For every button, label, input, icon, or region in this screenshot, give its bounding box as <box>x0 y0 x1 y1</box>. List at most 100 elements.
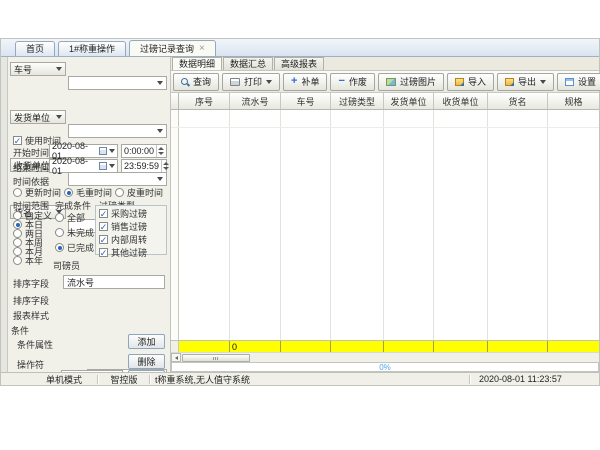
export-button[interactable]: 导出 <box>497 73 554 91</box>
delete-condition-button[interactable]: 删除 <box>128 354 165 369</box>
subtab-advanced-report[interactable]: 高级报表 <box>274 57 324 70</box>
radio-this-year[interactable]: 本年 <box>13 254 43 267</box>
query-toolbar: 查询 打印 +补单 −作废 过磅图片 导入 导出 设置 <box>171 71 599 93</box>
tab-weigh-operation[interactable]: 1#称重操作 <box>58 41 126 56</box>
grid-body[interactable] <box>171 110 599 340</box>
radio-finished[interactable]: 已完成 <box>55 241 94 254</box>
checkbox-icon: ✓ <box>99 235 108 244</box>
tab-record-query[interactable]: 过磅记录查询 × <box>129 40 216 56</box>
filter-value-select-0[interactable] <box>68 76 167 90</box>
filter-field-select-0[interactable]: 车号 <box>10 62 66 76</box>
chevron-down-icon <box>56 115 62 119</box>
minus-icon: − <box>338 77 344 86</box>
column-header[interactable]: 货名 <box>488 93 548 109</box>
sort-field-input[interactable]: 流水号 <box>63 275 165 289</box>
status-blank <box>1 373 31 385</box>
import-icon <box>455 78 464 86</box>
subtab-data-detail[interactable]: 数据明细 <box>172 57 222 70</box>
radio-icon <box>55 243 64 252</box>
status-mode: 单机模式 <box>31 373 97 385</box>
row-header-cell <box>171 110 179 340</box>
scroll-left-icon[interactable] <box>171 353 181 362</box>
spinner-icon[interactable] <box>161 160 170 172</box>
void-button[interactable]: −作废 <box>330 73 374 91</box>
radio-icon <box>13 256 22 265</box>
print-button[interactable]: 打印 <box>222 73 280 91</box>
status-bar: 单机模式 智控版 t称重系统,无人值守系统 2020-08-01 11:23:5… <box>1 372 599 385</box>
column-header[interactable]: 序号 <box>179 93 230 109</box>
checkbox-purchase-weigh[interactable]: ✓采购过磅 <box>99 207 163 220</box>
weigher-label: 司磅员 <box>53 259 80 272</box>
end-time-label: 结束时间 <box>13 161 49 174</box>
condition-operator-label: 操作符 <box>17 358 44 371</box>
checkbox-icon: ✓ <box>99 222 108 231</box>
condition-attr-label: 条件属性 <box>17 338 53 351</box>
tab-home[interactable]: 首页 <box>15 41 55 56</box>
summary-row: 0 <box>171 340 599 352</box>
chevron-down-icon <box>157 129 163 133</box>
checkbox-icon: ✓ <box>99 248 108 257</box>
picture-icon <box>386 78 396 86</box>
column-header[interactable]: 流水号 <box>230 93 281 109</box>
radio-gross-time[interactable]: 毛重时间 <box>64 186 112 199</box>
end-date-picker[interactable]: 2020-08-01 <box>49 159 118 173</box>
settings-button[interactable]: 设置 <box>557 73 600 91</box>
radio-unfinished[interactable]: 未完成 <box>55 226 94 239</box>
scrollbar-thumb[interactable] <box>182 354 250 362</box>
query-button[interactable]: 查询 <box>173 73 219 91</box>
close-icon[interactable]: × <box>199 44 205 54</box>
progress-value: 0% <box>379 363 391 372</box>
progress-bar: 0% <box>171 362 599 372</box>
chevron-down-icon <box>56 67 62 71</box>
radio-update-time[interactable]: 更新时间 <box>13 186 61 199</box>
checkbox-internal-transfer[interactable]: ✓内部周转 <box>99 233 163 246</box>
filter-field-select-1[interactable]: 发货单位 <box>10 110 66 124</box>
tab-weigh-operation-label: 1#称重操作 <box>69 44 115 54</box>
radio-icon <box>64 188 73 197</box>
weigh-photos-button[interactable]: 过磅图片 <box>378 73 444 91</box>
row-header-cell <box>171 341 179 352</box>
chevron-down-icon <box>540 80 546 84</box>
horizontal-scrollbar[interactable] <box>171 352 599 362</box>
end-time-spinner[interactable]: 23:59:59 <box>121 159 167 173</box>
chevron-down-icon <box>109 149 115 153</box>
tab-home-label: 首页 <box>26 44 44 54</box>
condition-group-label: 条件 <box>11 324 29 337</box>
empty-first-row-line <box>171 127 599 128</box>
column-header[interactable]: 车号 <box>281 93 331 109</box>
radio-tare-time[interactable]: 皮重时间 <box>115 186 163 199</box>
sort-order-label: 排序字段 <box>13 294 49 307</box>
data-panel: 数据明细 数据汇总 高级报表 查询 打印 +补单 −作废 过磅图片 导入 导出 … <box>171 57 599 372</box>
import-button[interactable]: 导入 <box>447 73 494 91</box>
search-icon <box>181 78 189 86</box>
column-header[interactable]: 收货单位 <box>434 93 488 109</box>
settings-icon <box>565 78 574 86</box>
status-system-name: t称重系统,无人值守系统 <box>151 373 469 385</box>
start-time-spinner[interactable]: 0:00:00 <box>121 144 167 158</box>
column-header[interactable]: 过磅类型 <box>331 93 384 109</box>
column-header[interactable]: 规格 <box>548 93 599 109</box>
column-header[interactable]: 发货单位 <box>384 93 434 109</box>
checkbox-sale-weigh[interactable]: ✓销售过磅 <box>99 220 163 233</box>
supplement-order-button[interactable]: +补单 <box>283 73 327 91</box>
subtab-data-summary[interactable]: 数据汇总 <box>223 57 273 70</box>
document-tabstrip: 首页 1#称重操作 过磅记录查询 × <box>1 39 599 57</box>
start-time-label: 开始时间 <box>13 146 49 159</box>
checkbox-other-weigh[interactable]: ✓其他过磅 <box>99 246 163 259</box>
spinner-icon[interactable] <box>156 145 165 157</box>
report-style-label: 报表样式 <box>13 309 49 322</box>
panel-splitter[interactable] <box>1 57 8 372</box>
radio-icon <box>115 188 124 197</box>
status-datetime: 2020-08-01 11:23:57 <box>471 373 599 385</box>
filter-value-select-1[interactable] <box>68 124 167 138</box>
radio-icon <box>13 188 22 197</box>
summary-count-cell: 0 <box>230 341 281 352</box>
add-condition-button[interactable]: 添加 <box>128 334 165 349</box>
printer-icon <box>230 78 240 86</box>
app-window: 首页 1#称重操作 过磅记录查询 × 车号 发货单位 收货单位 货名 ✓ 使用时… <box>0 38 600 386</box>
filter-panel: 车号 发货单位 收货单位 货名 ✓ 使用时间 开始时间 2020-08-01 0… <box>1 57 171 372</box>
radio-all[interactable]: 全部 <box>55 211 85 224</box>
radio-icon <box>55 213 64 222</box>
row-header-cell <box>171 93 179 109</box>
calendar-icon <box>99 162 107 170</box>
